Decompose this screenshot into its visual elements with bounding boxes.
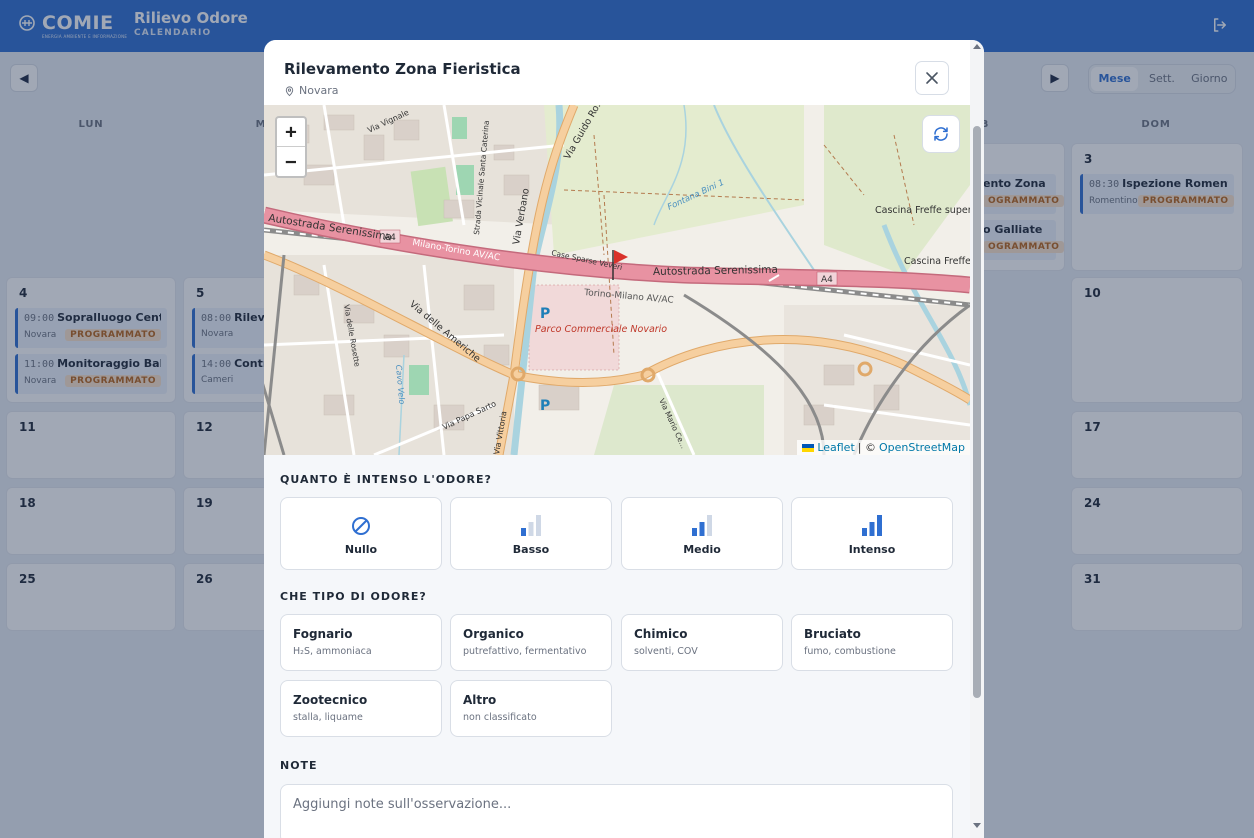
intensity-option-label: Nullo xyxy=(344,542,378,556)
intensity-option-label: Medio xyxy=(683,542,721,556)
odor-type-bruciato[interactable]: Bruciato fumo, combustione xyxy=(791,614,953,671)
map-label: A4 xyxy=(821,275,833,285)
zoom-in-button[interactable]: + xyxy=(277,118,305,147)
scroll-down-arrow-icon[interactable] xyxy=(973,823,981,828)
map-label: Cascina Freffe superiore xyxy=(875,205,970,216)
odor-type-name: Fognario xyxy=(293,627,353,641)
map-pin-icon xyxy=(285,85,294,96)
observation-modal: Rilevamento Zona Fieristica Novara P P A… xyxy=(264,40,984,838)
odor-type-desc: solventi, COV xyxy=(634,646,698,657)
odor-type-chimico[interactable]: Chimico solventi, COV xyxy=(621,614,783,671)
modal-scrollbar[interactable] xyxy=(970,40,984,838)
refresh-location-button[interactable] xyxy=(922,115,960,153)
ukraine-flag-icon xyxy=(802,443,815,452)
odor-type-name: Bruciato xyxy=(804,627,861,641)
location-map[interactable]: P P A4 A4 Autostrada Serenissima Autostr… xyxy=(264,105,970,455)
observation-form: QUANTO È INTENSO L'ODORE? Nullo Basso Me… xyxy=(264,455,970,838)
odor-type-desc: non classificato xyxy=(463,712,537,723)
signal-medium-icon xyxy=(692,514,712,536)
odor-type-desc: stalla, liquame xyxy=(293,712,363,723)
modal-title: Rilevamento Zona Fieristica xyxy=(284,60,521,78)
scroll-up-arrow-icon[interactable] xyxy=(973,44,981,49)
odor-type-name: Zootecnico xyxy=(293,693,368,707)
zoom-out-button[interactable]: − xyxy=(277,147,305,176)
map-label: Parco Commerciale Novario xyxy=(535,324,667,335)
close-button[interactable] xyxy=(915,61,949,95)
odor-type-desc: putrefattivo, fermentativo xyxy=(463,646,587,657)
scrollbar-thumb[interactable] xyxy=(973,126,981,698)
odor-type-zootecnico[interactable]: Zootecnico stalla, liquame xyxy=(280,680,442,737)
attribution-separator: | © xyxy=(857,441,876,454)
intensity-label: QUANTO È INTENSO L'ODORE? xyxy=(280,473,492,486)
intensity-option-intenso[interactable]: Intenso xyxy=(791,497,953,570)
modal-location: Novara xyxy=(284,84,338,97)
intensity-option-medio[interactable]: Medio xyxy=(621,497,783,570)
parking-icon: P xyxy=(540,398,550,414)
odor-type-label: CHE TIPO DI ODORE? xyxy=(280,590,427,603)
close-icon xyxy=(926,72,938,84)
signal-low-icon xyxy=(521,514,541,536)
odor-type-name: Altro xyxy=(463,693,497,707)
odor-type-altro[interactable]: Altro non classificato xyxy=(450,680,612,737)
map-attribution: Leaflet | © OpenStreetMap xyxy=(797,440,970,455)
intensity-option-basso[interactable]: Basso xyxy=(450,497,612,570)
odor-type-desc: H₂S, ammoniaca xyxy=(293,646,372,657)
parking-icon: P xyxy=(540,306,550,322)
signal-high-icon xyxy=(862,514,882,536)
refresh-icon xyxy=(934,127,948,141)
odor-type-name: Organico xyxy=(463,627,524,641)
map-label: Cascina Freffe inferiore xyxy=(904,256,970,267)
odor-type-desc: fumo, combustione xyxy=(804,646,896,657)
osm-link[interactable]: OpenStreetMap xyxy=(879,441,965,454)
map-tiles: P P A4 A4 Autostrada Serenissima Autostr… xyxy=(264,105,970,455)
modal-header: Rilevamento Zona Fieristica Novara xyxy=(264,40,970,105)
intensity-option-nullo[interactable]: Nullo xyxy=(280,497,442,570)
no-symbol-icon xyxy=(352,516,370,535)
map-label: Autostrada Serenissima xyxy=(653,264,778,278)
zoom-control: + − xyxy=(275,116,307,178)
intensity-option-label: Intenso xyxy=(848,542,896,556)
odor-type-name: Chimico xyxy=(634,627,688,641)
odor-type-fognario[interactable]: Fognario H₂S, ammoniaca xyxy=(280,614,442,671)
intensity-option-label: Basso xyxy=(512,542,550,556)
location-text: Novara xyxy=(299,84,339,97)
notes-textarea[interactable] xyxy=(280,784,953,838)
leaflet-link[interactable]: Leaflet xyxy=(817,441,854,454)
odor-type-organico[interactable]: Organico putrefattivo, fermentativo xyxy=(450,614,612,671)
notes-label: NOTE xyxy=(280,759,318,772)
